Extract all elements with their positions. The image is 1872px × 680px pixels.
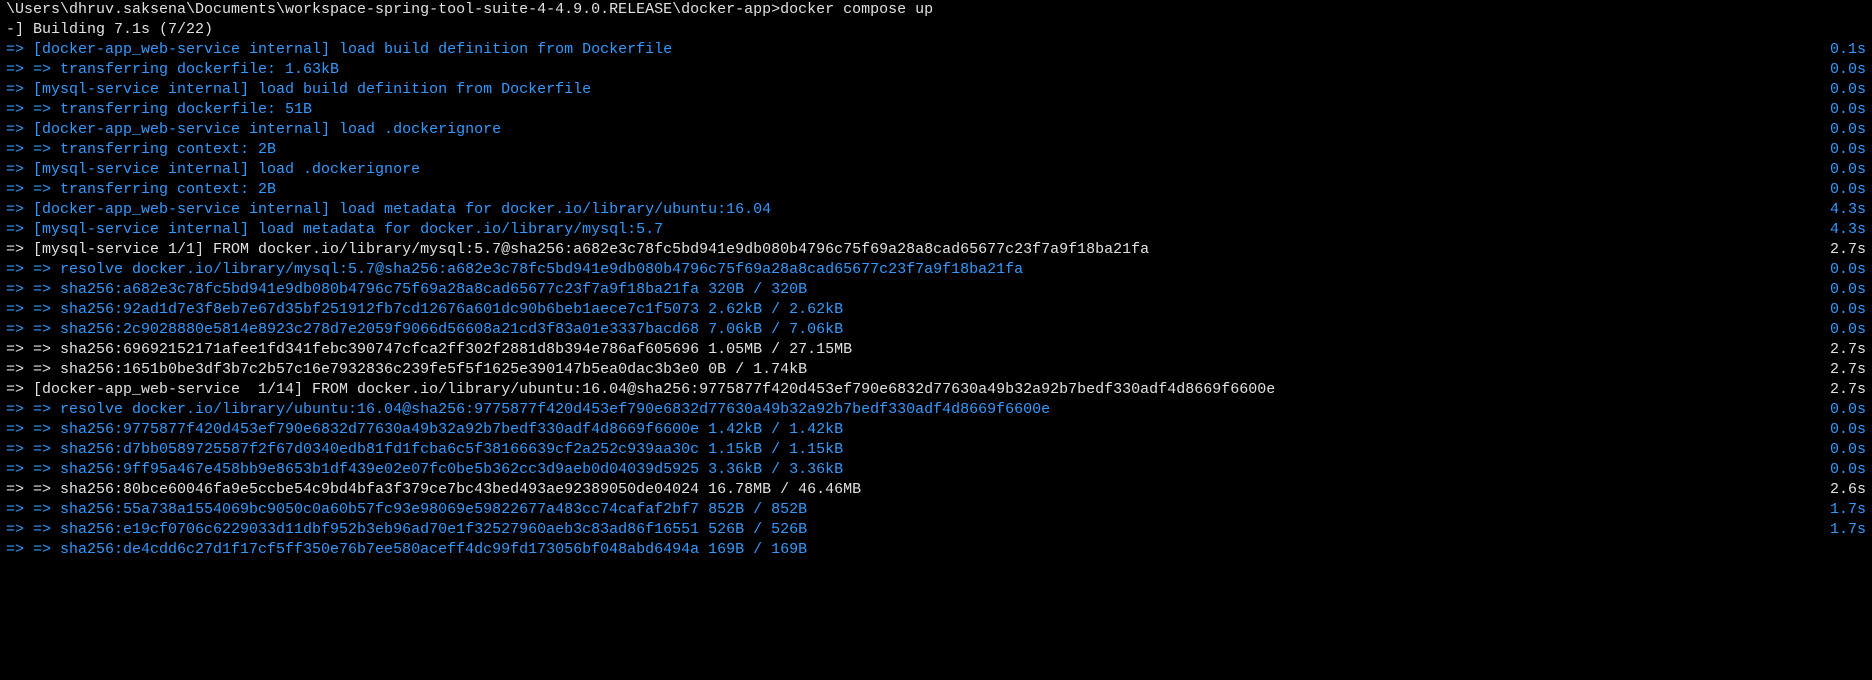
output-text: => => sha256:d7bb0589725587f2f67d0340edb… bbox=[6, 440, 1810, 460]
output-text: => => sha256:9775877f420d453ef790e6832d7… bbox=[6, 420, 1810, 440]
output-text: => [mysql-service internal] load build d… bbox=[6, 80, 1810, 100]
output-line: => => sha256:80bce60046fa9e5ccbe54c9bd4b… bbox=[0, 480, 1872, 500]
output-text: => [docker-app_web-service internal] loa… bbox=[6, 40, 1810, 60]
output-text: => => sha256:9ff95a467e458bb9e8653b1df43… bbox=[6, 460, 1810, 480]
output-text: => => transferring context: 2B bbox=[6, 140, 1810, 160]
output-line: => => transferring context: 2B0.0s bbox=[0, 180, 1872, 200]
output-line: => => sha256:55a738a1554069bc9050c0a60b5… bbox=[0, 500, 1872, 520]
output-timing: 0.0s bbox=[1810, 100, 1866, 120]
output-line: => [docker-app_web-service internal] loa… bbox=[0, 200, 1872, 220]
output-timing: 0.0s bbox=[1810, 460, 1866, 480]
output-line: => => sha256:e19cf0706c6229033d11dbf952b… bbox=[0, 520, 1872, 540]
output-text: => => sha256:a682e3c78fc5bd941e9db080b47… bbox=[6, 280, 1810, 300]
output-timing: 0.0s bbox=[1810, 280, 1866, 300]
output-line: => [mysql-service internal] load metadat… bbox=[0, 220, 1872, 240]
output-timing: 0.0s bbox=[1810, 300, 1866, 320]
output-line: => => sha256:92ad1d7e3f8eb7e67d35bf25191… bbox=[0, 300, 1872, 320]
prompt-line: \Users\dhruv.saksena\Documents\workspace… bbox=[0, 0, 1872, 20]
output-text: => => resolve docker.io/library/mysql:5.… bbox=[6, 260, 1810, 280]
output-timing: 0.0s bbox=[1810, 80, 1866, 100]
output-line: => => resolve docker.io/library/mysql:5.… bbox=[0, 260, 1872, 280]
output-line: => => resolve docker.io/library/ubuntu:1… bbox=[0, 400, 1872, 420]
output-text: => [docker-app_web-service internal] loa… bbox=[6, 200, 1810, 220]
output-timing: 2.7s bbox=[1810, 380, 1866, 400]
output-text: => [mysql-service 1/1] FROM docker.io/li… bbox=[6, 240, 1810, 260]
output-timing: 0.0s bbox=[1810, 440, 1866, 460]
output-text: => => sha256:55a738a1554069bc9050c0a60b5… bbox=[6, 500, 1810, 520]
output-timing: 1.7s bbox=[1810, 520, 1866, 540]
output-line: => [mysql-service internal] load build d… bbox=[0, 80, 1872, 100]
output-text: => => sha256:2c9028880e5814e8923c278d7e2… bbox=[6, 320, 1810, 340]
output-text: => => sha256:1651b0be3df3b7c2b57c16e7932… bbox=[6, 360, 1810, 380]
output-text: => => sha256:80bce60046fa9e5ccbe54c9bd4b… bbox=[6, 480, 1810, 500]
output-line: => [docker-app_web-service 1/14] FROM do… bbox=[0, 380, 1872, 400]
output-line: => => sha256:69692152171afee1fd341febc39… bbox=[0, 340, 1872, 360]
output-timing: 0.0s bbox=[1810, 160, 1866, 180]
output-timing: 0.0s bbox=[1810, 320, 1866, 340]
output-line: => [docker-app_web-service internal] loa… bbox=[0, 120, 1872, 140]
output-line: => => sha256:1651b0be3df3b7c2b57c16e7932… bbox=[0, 360, 1872, 380]
output-line: => => transferring dockerfile: 1.63kB0.0… bbox=[0, 60, 1872, 80]
output-timing bbox=[1846, 540, 1866, 560]
output-timing: 0.0s bbox=[1810, 420, 1866, 440]
output-text: => => transferring dockerfile: 51B bbox=[6, 100, 1810, 120]
output-timing: 0.0s bbox=[1810, 180, 1866, 200]
output-text: => [mysql-service internal] load metadat… bbox=[6, 220, 1810, 240]
output-line: => => sha256:de4cdd6c27d1f17cf5ff350e76b… bbox=[0, 540, 1872, 560]
output-text: => => transferring dockerfile: 1.63kB bbox=[6, 60, 1810, 80]
output-timing: 2.7s bbox=[1810, 360, 1866, 380]
output-timing: 0.0s bbox=[1810, 140, 1866, 160]
output-line: => => sha256:d7bb0589725587f2f67d0340edb… bbox=[0, 440, 1872, 460]
output-text: => => resolve docker.io/library/ubuntu:1… bbox=[6, 400, 1810, 420]
output-timing: 4.3s bbox=[1810, 200, 1866, 220]
output-timing: 4.3s bbox=[1810, 220, 1866, 240]
output-timing: 2.7s bbox=[1810, 240, 1866, 260]
building-line: -] Building 7.1s (7/22) bbox=[0, 20, 1872, 40]
output-timing: 0.0s bbox=[1810, 120, 1866, 140]
output-timing: 2.7s bbox=[1810, 340, 1866, 360]
output-timing: 1.7s bbox=[1810, 500, 1866, 520]
output-timing: 0.0s bbox=[1810, 400, 1866, 420]
output-line: => => transferring context: 2B0.0s bbox=[0, 140, 1872, 160]
output-line: => [mysql-service internal] load .docker… bbox=[0, 160, 1872, 180]
output-line: => => sha256:a682e3c78fc5bd941e9db080b47… bbox=[0, 280, 1872, 300]
output-text: => => sha256:92ad1d7e3f8eb7e67d35bf25191… bbox=[6, 300, 1810, 320]
output-timing: 0.1s bbox=[1810, 40, 1866, 60]
output-text: => => sha256:de4cdd6c27d1f17cf5ff350e76b… bbox=[6, 540, 1846, 560]
output-line: => => sha256:9ff95a467e458bb9e8653b1df43… bbox=[0, 460, 1872, 480]
output-line: => => transferring dockerfile: 51B0.0s bbox=[0, 100, 1872, 120]
building-status: -] Building 7.1s (7/22) bbox=[6, 20, 1866, 40]
output-text: => => sha256:69692152171afee1fd341febc39… bbox=[6, 340, 1810, 360]
output-text: => [mysql-service internal] load .docker… bbox=[6, 160, 1810, 180]
output-text: => => sha256:e19cf0706c6229033d11dbf952b… bbox=[6, 520, 1810, 540]
output-timing: 2.6s bbox=[1810, 480, 1866, 500]
output-line: => [mysql-service 1/1] FROM docker.io/li… bbox=[0, 240, 1872, 260]
terminal-output: \Users\dhruv.saksena\Documents\workspace… bbox=[0, 0, 1872, 560]
output-line: => [docker-app_web-service internal] loa… bbox=[0, 40, 1872, 60]
output-text: => [docker-app_web-service internal] loa… bbox=[6, 120, 1810, 140]
output-timing: 0.0s bbox=[1810, 60, 1866, 80]
output-text: => [docker-app_web-service 1/14] FROM do… bbox=[6, 380, 1810, 400]
output-line: => => sha256:2c9028880e5814e8923c278d7e2… bbox=[0, 320, 1872, 340]
output-timing: 0.0s bbox=[1810, 260, 1866, 280]
output-text: => => transferring context: 2B bbox=[6, 180, 1810, 200]
output-line: => => sha256:9775877f420d453ef790e6832d7… bbox=[0, 420, 1872, 440]
prompt-text: \Users\dhruv.saksena\Documents\workspace… bbox=[6, 0, 1866, 20]
